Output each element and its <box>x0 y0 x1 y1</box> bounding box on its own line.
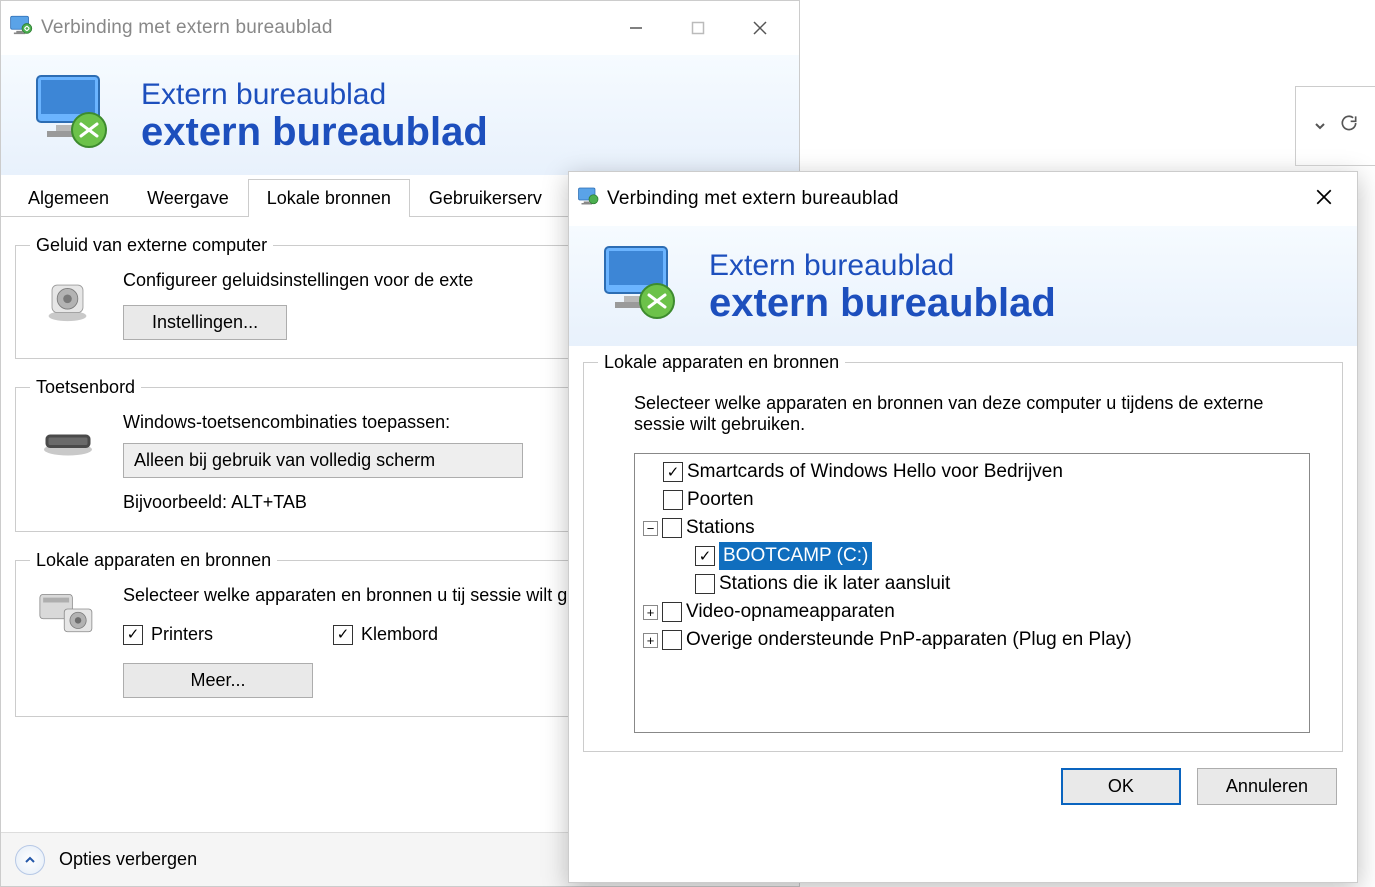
keyboard-label: Windows-toetsencombinaties toepassen: <box>123 412 523 433</box>
collapse-icon[interactable]: − <box>643 521 658 536</box>
app-icon <box>9 13 35 44</box>
dialog-close-button[interactable] <box>1299 186 1349 212</box>
toggle-options-link[interactable]: Opties verbergen <box>59 849 197 870</box>
checkbox-icon[interactable] <box>662 630 682 650</box>
keyboard-combo-select[interactable]: Alleen bij gebruik van volledig scherm <box>123 443 523 478</box>
window-title: Verbinding met extern bureaublad <box>35 17 605 39</box>
app-icon <box>577 185 601 214</box>
tab-user-exp[interactable]: Gebruikerserv <box>410 179 561 217</box>
dialog-group-devices: Lokale apparaten en bronnen Selecteer we… <box>583 352 1343 752</box>
checkbox-icon[interactable] <box>662 518 682 538</box>
checkbox-icon[interactable] <box>663 490 683 510</box>
tree-row-ports[interactable]: Poorten <box>663 486 1301 514</box>
titlebar: Verbinding met extern bureaublad <box>1 1 799 55</box>
clipboard-checkbox[interactable]: Klembord <box>333 624 438 645</box>
group-local-devices-legend: Lokale apparaten en bronnen <box>30 550 277 571</box>
dialog-title: Verbinding met extern bureaublad <box>601 188 1299 210</box>
device-tree[interactable]: Smartcards of Windows Hello voor Bedrijv… <box>634 453 1310 733</box>
expand-icon[interactable]: + <box>643 605 658 620</box>
dialog-group-legend: Lokale apparaten en bronnen <box>598 352 845 373</box>
banner-icon <box>31 70 121 160</box>
checkbox-icon[interactable] <box>662 602 682 622</box>
tree-row-drive-c[interactable]: BOOTCAMP (C:) <box>695 542 1301 570</box>
tab-general[interactable]: Algemeen <box>9 179 128 217</box>
group-audio-legend: Geluid van externe computer <box>30 235 273 256</box>
audio-desc: Configureer geluidsinstellingen voor de … <box>123 270 473 291</box>
tree-row-drives-later[interactable]: Stations die ik later aansluit <box>695 570 1301 598</box>
keyboard-example: Bijvoorbeeld: ALT+TAB <box>123 492 523 513</box>
devices-icon <box>30 585 105 645</box>
checkbox-icon <box>123 625 143 645</box>
tree-row-pnp[interactable]: + Overige ondersteunde PnP-apparaten (Pl… <box>643 626 1301 654</box>
refresh-icon[interactable] <box>1339 113 1359 139</box>
browser-toolbar-fragment <box>1295 86 1375 166</box>
minimize-button[interactable] <box>605 8 667 48</box>
tab-local-resources[interactable]: Lokale bronnen <box>248 179 410 217</box>
audio-settings-button[interactable]: Instellingen... <box>123 305 287 340</box>
checkbox-icon[interactable] <box>663 462 683 482</box>
dialog-titlebar: Verbinding met extern bureaublad <box>569 172 1357 226</box>
ok-button[interactable]: OK <box>1061 768 1181 805</box>
tree-row-drives[interactable]: − Stations <box>643 514 1301 542</box>
checkbox-icon <box>333 625 353 645</box>
banner-icon <box>599 241 689 331</box>
more-devices-button[interactable]: Meer... <box>123 663 313 698</box>
banner: Extern bureaublad extern bureaublad <box>1 55 799 175</box>
banner-title-2: extern bureaublad <box>141 111 488 153</box>
banner-title-1: Extern bureaublad <box>141 78 488 111</box>
dialog-banner: Extern bureaublad extern bureaublad <box>569 226 1357 346</box>
dialog-buttons: OK Annuleren <box>569 752 1357 825</box>
dialog-banner-title-2: extern bureaublad <box>709 282 1056 324</box>
speaker-icon <box>30 270 105 330</box>
collapse-options-icon[interactable] <box>15 845 45 875</box>
local-devices-dialog: Verbinding met extern bureaublad Extern … <box>568 171 1358 883</box>
expand-icon[interactable]: + <box>643 633 658 648</box>
devices-desc: Selecteer welke apparaten en bronnen u t… <box>123 585 643 606</box>
dialog-group-desc: Selecteer welke apparaten en bronnen van… <box>598 387 1328 447</box>
cancel-button[interactable]: Annuleren <box>1197 768 1337 805</box>
dialog-banner-title-1: Extern bureaublad <box>709 249 1056 282</box>
tab-display[interactable]: Weergave <box>128 179 248 217</box>
checkbox-icon[interactable] <box>695 574 715 594</box>
chevron-down-icon[interactable] <box>1313 113 1327 139</box>
tree-row-smartcards[interactable]: Smartcards of Windows Hello voor Bedrijv… <box>663 458 1301 486</box>
printers-checkbox[interactable]: Printers <box>123 624 213 645</box>
keyboard-icon <box>30 412 105 472</box>
close-button[interactable] <box>729 8 791 48</box>
tree-row-video[interactable]: + Video-opnameapparaten <box>643 598 1301 626</box>
group-keyboard-legend: Toetsenbord <box>30 377 141 398</box>
checkbox-icon[interactable] <box>695 546 715 566</box>
maximize-button[interactable] <box>667 8 729 48</box>
